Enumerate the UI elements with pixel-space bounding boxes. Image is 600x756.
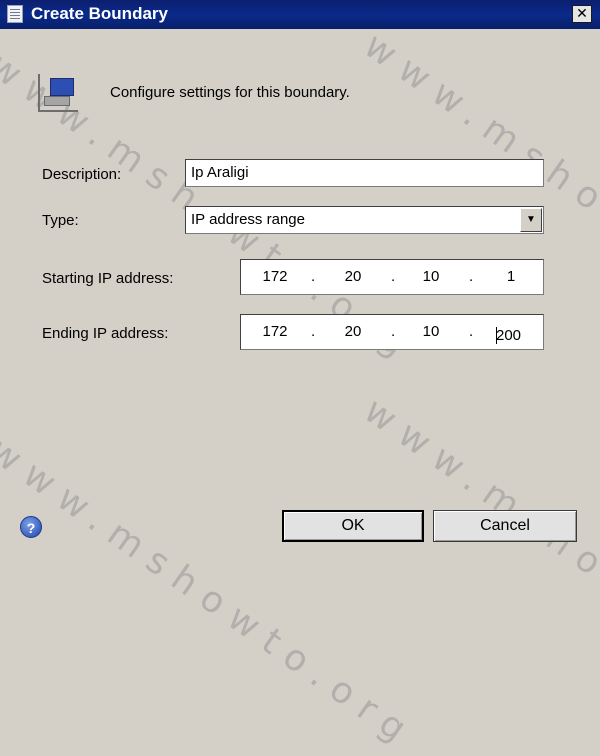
- description-label: Description:: [42, 166, 122, 183]
- type-label: Type:: [42, 212, 79, 229]
- end-ip-separator: .: [391, 323, 396, 340]
- ok-button[interactable]: OK: [282, 510, 424, 542]
- title-bar: Create Boundary ✕: [0, 0, 600, 29]
- type-select[interactable]: IP address range ▼: [185, 206, 544, 234]
- end-ip-field[interactable]: 172 . 20 . 10 . 200: [240, 314, 544, 350]
- start-ip-field[interactable]: 172 . 20 . 10 . 1: [240, 259, 544, 295]
- cancel-button[interactable]: Cancel: [433, 510, 577, 542]
- chevron-down-icon[interactable]: ▼: [520, 208, 542, 232]
- help-icon[interactable]: ?: [20, 516, 42, 538]
- start-ip-separator: .: [311, 268, 316, 285]
- text-cursor: [496, 327, 497, 344]
- start-ip-octet-4[interactable]: 1: [491, 268, 531, 285]
- start-ip-separator: .: [469, 268, 474, 285]
- start-ip-label: Starting IP address:: [42, 270, 174, 287]
- description-value: Ip Araligi: [191, 164, 249, 181]
- header-description: Configure settings for this boundary.: [110, 84, 350, 101]
- end-ip-octet-4-value: 200: [496, 327, 522, 344]
- description-field[interactable]: Ip Araligi: [185, 159, 544, 187]
- type-value: IP address range: [191, 211, 305, 228]
- watermark-top-right: www.mshowto.org: [356, 25, 600, 352]
- close-button[interactable]: ✕: [572, 5, 592, 23]
- boundary-network-icon: [38, 74, 78, 112]
- watermark-bottom-left: www.mshowto.org: [0, 430, 424, 756]
- start-ip-octet-1[interactable]: 172: [255, 268, 295, 285]
- start-ip-octet-2[interactable]: 20: [333, 268, 373, 285]
- watermark-bottom-right: www.mshowto.org: [356, 390, 600, 717]
- end-ip-separator: .: [469, 323, 474, 340]
- end-ip-separator: .: [311, 323, 316, 340]
- start-ip-separator: .: [391, 268, 396, 285]
- end-ip-octet-1[interactable]: 172: [255, 323, 295, 340]
- end-ip-label: Ending IP address:: [42, 325, 169, 342]
- window-title: Create Boundary: [31, 4, 168, 23]
- start-ip-octet-3[interactable]: 10: [411, 268, 451, 285]
- end-ip-octet-2[interactable]: 20: [333, 323, 373, 340]
- dialog-icon: [7, 5, 23, 23]
- end-ip-octet-3[interactable]: 10: [411, 323, 451, 340]
